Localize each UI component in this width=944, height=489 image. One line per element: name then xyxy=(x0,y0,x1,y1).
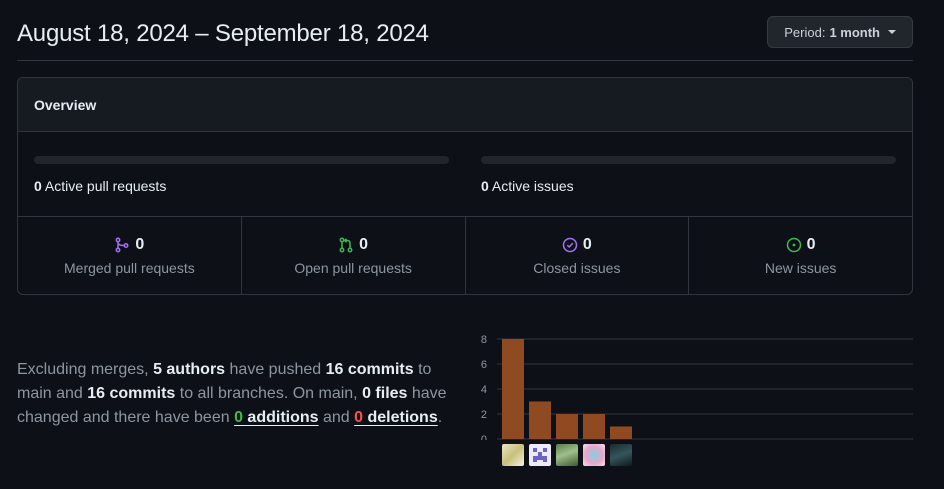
overview-box: Overview 0 Active pull requests 0 Active… xyxy=(17,77,913,295)
stat-merged-prs[interactable]: 0 Merged pull requests xyxy=(18,217,242,294)
merged-prs-label: Merged pull requests xyxy=(64,259,195,276)
summary-text: to all branches. On main, xyxy=(175,385,363,402)
stat-open-prs[interactable]: 0 Open pull requests xyxy=(242,217,466,294)
commit-bar[interactable] xyxy=(502,339,524,439)
active-issues-label: Active issues xyxy=(491,178,574,194)
open-prs-count: 0 xyxy=(359,235,369,253)
closed-issues-count: 0 xyxy=(582,235,592,253)
files-changed-count: 0 files xyxy=(362,385,408,402)
author-avatar[interactable] xyxy=(556,444,578,466)
authors-count: 5 authors xyxy=(153,361,226,378)
y-tick-label: 6 xyxy=(481,359,487,371)
active-prs-bar xyxy=(34,156,449,164)
active-prs-summary[interactable]: 0 Active pull requests xyxy=(34,178,449,194)
additions-link[interactable]: 0 additions xyxy=(234,409,318,426)
commit-bar[interactable] xyxy=(529,401,551,440)
additions-word: additions xyxy=(242,409,319,426)
deletions-link[interactable]: 0 deletions xyxy=(354,409,438,426)
author-avatar[interactable] xyxy=(502,444,524,466)
issue-opened-icon xyxy=(786,237,802,253)
commit-summary: Excluding merges, 5 authors have pushed … xyxy=(17,358,467,430)
commit-bar[interactable] xyxy=(610,426,632,440)
git-pull-request-icon xyxy=(338,237,354,253)
active-issues-block: 0 Active issues xyxy=(481,156,896,194)
active-issues-count: 0 xyxy=(481,178,489,194)
issue-closed-icon xyxy=(562,237,578,253)
author-avatar[interactable] xyxy=(529,444,551,466)
page-title: August 18, 2024 – September 18, 2024 xyxy=(17,20,429,47)
summary-text: have pushed xyxy=(225,361,326,378)
active-issues-bar xyxy=(481,156,896,164)
additions-count: 0 xyxy=(234,409,243,426)
active-issues-summary[interactable]: 0 Active issues xyxy=(481,178,896,194)
overview-title: Overview xyxy=(34,96,97,113)
active-prs-count: 0 xyxy=(34,178,42,194)
active-prs-block: 0 Active pull requests xyxy=(34,156,449,194)
merged-prs-count: 0 xyxy=(135,235,145,253)
triangle-down-icon xyxy=(888,30,896,34)
author-avatar[interactable] xyxy=(583,444,605,466)
overview-header: Overview xyxy=(18,78,912,132)
active-prs-label: Active pull requests xyxy=(44,178,167,194)
overview-stats: 0 Merged pull requests 0 Open pull reque… xyxy=(18,217,912,294)
commit-bar[interactable] xyxy=(583,414,605,439)
y-tick-label: 2 xyxy=(481,409,487,421)
commits-all-count: 16 commits xyxy=(87,385,176,402)
period-value: 1 month xyxy=(829,24,880,40)
new-issues-label: New issues xyxy=(764,259,837,276)
deletions-count: 0 xyxy=(354,409,364,426)
y-tick-label: 4 xyxy=(481,384,487,396)
author-avatar[interactable] xyxy=(610,444,632,466)
open-prs-label: Open pull requests xyxy=(294,259,412,276)
stat-closed-issues[interactable]: 0 Closed issues xyxy=(466,217,690,294)
commit-bar[interactable] xyxy=(556,414,578,439)
page-header: August 18, 2024 – September 18, 2024 Per… xyxy=(17,16,913,61)
summary-text: Excluding merges, xyxy=(17,361,154,378)
commits-chart-svg: 0 2 4 6 8 xyxy=(481,334,913,446)
closed-issues-label: Closed issues xyxy=(533,259,621,276)
new-issues-count: 0 xyxy=(806,235,816,253)
commits-main-count: 16 commits xyxy=(325,361,414,378)
deletions-word: deletions xyxy=(363,409,438,426)
y-tick-label: 8 xyxy=(481,334,487,346)
period-label: Period: xyxy=(784,24,826,40)
y-tick-label: 0 xyxy=(481,434,487,440)
period-dropdown-button[interactable]: Period: 1 month xyxy=(767,16,913,48)
summary-text: . xyxy=(437,409,443,426)
overview-progress: 0 Active pull requests 0 Active issues xyxy=(18,132,912,217)
stat-new-issues[interactable]: 0 New issues xyxy=(689,217,912,294)
git-merge-icon xyxy=(114,237,130,253)
summary-text: and xyxy=(318,409,355,426)
